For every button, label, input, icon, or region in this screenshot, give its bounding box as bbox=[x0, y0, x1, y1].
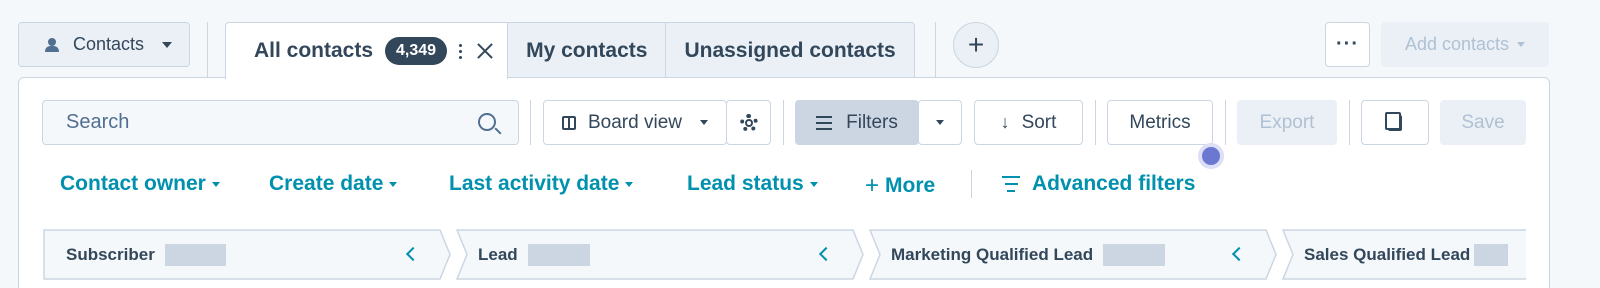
metrics-label: Metrics bbox=[1129, 111, 1191, 133]
column-count-placeholder bbox=[1474, 243, 1509, 266]
board-view-button[interactable]: Board view bbox=[543, 100, 727, 145]
tab-unassigned-contacts[interactable]: Unassigned contacts bbox=[666, 22, 915, 78]
gear-icon bbox=[739, 113, 758, 132]
filter-label: Create date bbox=[269, 172, 384, 195]
chevron-down-icon bbox=[625, 181, 634, 187]
create-date-filter[interactable]: Create date bbox=[269, 172, 398, 196]
sort-label: Sort bbox=[1021, 111, 1057, 133]
clone-view-button[interactable] bbox=[1361, 100, 1429, 145]
copy-icon bbox=[1385, 111, 1402, 131]
filter-label: More bbox=[885, 174, 936, 197]
search-placeholder: Search bbox=[66, 111, 130, 133]
divider bbox=[207, 22, 208, 78]
plus-icon: + bbox=[865, 172, 880, 199]
tab-label: All contacts bbox=[254, 39, 374, 62]
board-settings-button[interactable] bbox=[726, 100, 771, 145]
plus-icon: + bbox=[967, 29, 985, 60]
save-button[interactable]: Save bbox=[1440, 100, 1526, 145]
filter-sliders-icon bbox=[816, 115, 833, 130]
board-view-label: Board view bbox=[588, 111, 682, 133]
export-label: Export bbox=[1259, 111, 1315, 133]
chevron-down-icon bbox=[1517, 42, 1526, 47]
divider bbox=[530, 100, 531, 145]
divider bbox=[935, 22, 936, 78]
object-switcher-label: Contacts bbox=[73, 34, 145, 54]
object-switcher-button[interactable]: Contacts bbox=[18, 22, 190, 67]
metrics-button[interactable]: Metrics bbox=[1107, 100, 1213, 145]
tab-my-contacts[interactable]: My contacts bbox=[508, 22, 667, 78]
add-view-button[interactable]: + bbox=[953, 22, 999, 68]
person-icon bbox=[45, 37, 59, 52]
chevron-down-icon bbox=[162, 41, 173, 48]
divider bbox=[783, 100, 784, 145]
add-contacts-label: Add contacts bbox=[1404, 34, 1510, 54]
column-count-placeholder bbox=[1103, 243, 1166, 266]
filters-dropdown-button[interactable] bbox=[918, 100, 962, 145]
search-input[interactable]: Search bbox=[42, 100, 519, 145]
notification-indicator bbox=[1202, 147, 1220, 165]
view-tabs: All contacts 4,349 My contacts Unassigne… bbox=[225, 22, 915, 79]
advanced-filters-button[interactable]: Advanced filters bbox=[1002, 172, 1195, 196]
divider bbox=[1349, 100, 1350, 145]
tab-all-contacts[interactable]: All contacts 4,349 bbox=[225, 22, 509, 79]
column-count-placeholder bbox=[527, 243, 590, 266]
more-filters-button[interactable]: + More bbox=[865, 172, 935, 200]
filter-label: Last activity date bbox=[449, 172, 620, 195]
board-column-sales-qualified-lead[interactable]: Sales Qualified Lead bbox=[1281, 229, 1526, 280]
filter-label: Advanced filters bbox=[1032, 172, 1196, 195]
save-label: Save bbox=[1461, 111, 1505, 133]
board-column-marketing-qualified-lead[interactable]: Marketing Qualified Lead bbox=[868, 229, 1278, 280]
tab-label: My contacts bbox=[526, 38, 648, 62]
close-icon[interactable] bbox=[477, 43, 493, 59]
add-contacts-button[interactable]: Add contacts bbox=[1381, 22, 1549, 67]
column-count-placeholder bbox=[164, 243, 226, 266]
filter-label: Lead status bbox=[687, 172, 804, 195]
lead-status-filter[interactable]: Lead status bbox=[687, 172, 818, 196]
chevron-down-icon bbox=[809, 181, 818, 187]
tab-options-icon[interactable] bbox=[459, 43, 463, 59]
column-label: Subscriber bbox=[66, 244, 155, 264]
filter-lines-icon bbox=[1002, 176, 1020, 192]
divider bbox=[1095, 100, 1096, 145]
column-label: Marketing Qualified Lead bbox=[891, 244, 1094, 264]
column-label: Lead bbox=[478, 244, 518, 264]
more-actions-button[interactable]: ··· bbox=[1325, 22, 1370, 67]
board-icon bbox=[562, 115, 576, 130]
column-label: Sales Qualified Lead bbox=[1304, 244, 1471, 264]
board-column-subscriber[interactable]: Subscriber bbox=[42, 229, 452, 280]
chevron-down-icon bbox=[700, 120, 708, 125]
filter-label: Contact owner bbox=[60, 172, 206, 195]
board-column-lead[interactable]: Lead bbox=[455, 229, 865, 280]
record-count-badge: 4,349 bbox=[385, 37, 448, 65]
last-activity-date-filter[interactable]: Last activity date bbox=[449, 172, 634, 196]
chevron-down-icon bbox=[211, 181, 220, 187]
contact-owner-filter[interactable]: Contact owner bbox=[60, 172, 220, 196]
tab-label: Unassigned contacts bbox=[684, 38, 896, 62]
arrow-down-icon: ↓ bbox=[1000, 112, 1010, 132]
filters-label: Filters bbox=[846, 111, 898, 133]
chevron-down-icon bbox=[936, 120, 944, 125]
sort-button[interactable]: ↓ Sort bbox=[974, 100, 1083, 145]
divider bbox=[1225, 100, 1226, 145]
ellipsis-icon: ··· bbox=[1336, 33, 1359, 55]
search-icon bbox=[478, 113, 496, 131]
export-button[interactable]: Export bbox=[1237, 100, 1337, 145]
divider bbox=[971, 170, 972, 198]
chevron-down-icon bbox=[389, 181, 398, 187]
filters-button[interactable]: Filters bbox=[795, 100, 919, 145]
